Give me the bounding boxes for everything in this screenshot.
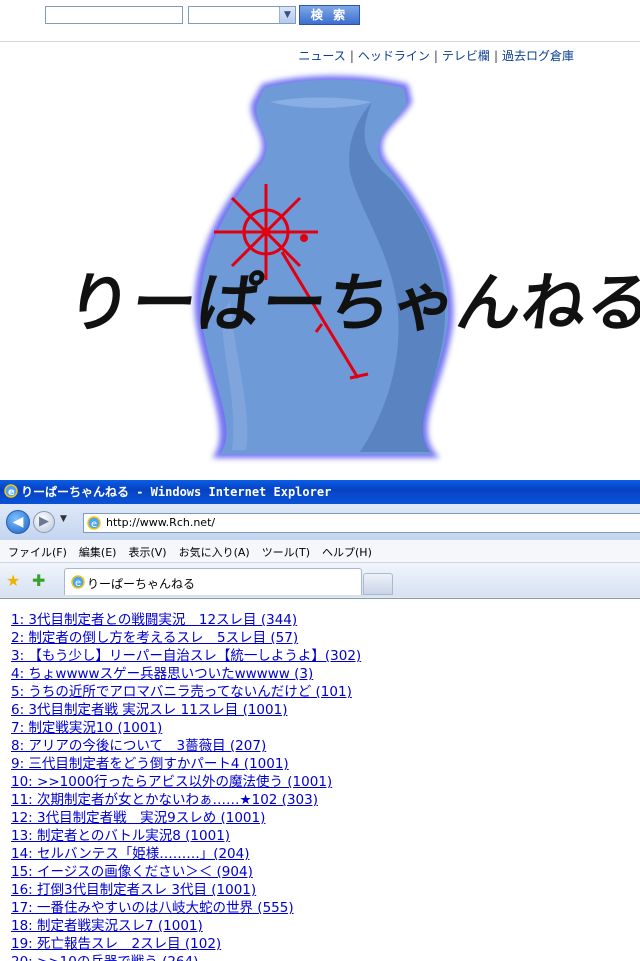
menu-tools[interactable]: ツール(T) (254, 540, 314, 560)
navigation-bar: ◀ ▶ ▼ e http://www.Rch.net/ (0, 504, 640, 540)
svg-text:e: e (91, 519, 97, 530)
thread-link[interactable]: 12: 3代目制定者戦 実況9スレめ (1001) (11, 809, 361, 827)
chevron-down-icon[interactable]: ▼ (279, 7, 295, 23)
nav-link-tv[interactable]: テレビ欄 (442, 49, 490, 63)
favorites-star-icon[interactable]: ★ (6, 571, 20, 590)
nav-link-headline[interactable]: ヘッドライン (358, 49, 430, 63)
svg-text:e: e (75, 578, 81, 589)
thread-link[interactable]: 18: 制定者戦実況スレ7 (1001) (11, 917, 361, 935)
site-title: りーぱーちゃんねる (61, 266, 640, 341)
site-logo: りーぱーちゃんねる (0, 62, 640, 480)
window-titlebar: e りーぱーちゃんねる - Windows Internet Explorer (0, 480, 640, 504)
menu-bar: ファイル(F) 編集(E) 表示(V) お気に入り(A) ツール(T) ヘルプ(H) (0, 540, 640, 563)
thread-link[interactable]: 7: 制定戦実況10 (1001) (11, 719, 361, 737)
address-url[interactable]: http://www.Rch.net/ (106, 516, 215, 529)
menu-edit[interactable]: 編集(E) (71, 540, 121, 560)
thread-link[interactable]: 10: >>1000行ったらアビス以外の魔法使う (1001) (11, 773, 361, 791)
address-bar[interactable]: e http://www.Rch.net/ (83, 513, 640, 533)
search-bar: ▼ 検 索 (0, 0, 640, 40)
menu-help[interactable]: ヘルプ(H) (314, 540, 376, 560)
thread-link[interactable]: 1: 3代目制定者との戦闘実況 12スレ目 (344) (11, 611, 361, 629)
nav-link-archive[interactable]: 過去ログ倉庫 (502, 49, 574, 63)
menu-favorites[interactable]: お気に入り(A) (171, 540, 254, 560)
thread-link[interactable]: 8: アリアの今後について 3薔薇目 (207) (11, 737, 361, 755)
thread-link[interactable]: 14: セルバンテス「姫様………」(204) (11, 845, 361, 863)
menu-file[interactable]: ファイル(F) (0, 540, 71, 560)
thread-link[interactable]: 17: 一番住みやすいのは八岐大蛇の世界 (555) (11, 899, 361, 917)
forward-button[interactable]: ▶ (33, 511, 55, 533)
browser-window: e りーぱーちゃんねる - Windows Internet Explorer ◀… (0, 480, 640, 961)
window-title: りーぱーちゃんねる - Windows Internet Explorer (21, 485, 332, 499)
add-favorite-icon[interactable]: ✚ (32, 571, 45, 590)
divider (0, 41, 640, 42)
thread-link[interactable]: 19: 死亡報告スレ 2スレ目 (102) (11, 935, 361, 953)
thread-link[interactable]: 6: 3代目制定者戦 実況スレ 11スレ目 (1001) (11, 701, 361, 719)
thread-link[interactable]: 5: うちの近所でアロマバニラ売ってないんだけど (101) (11, 683, 361, 701)
thread-link[interactable]: 4: ちょwwwwスゲー兵器思いついたwwwww (3) (11, 665, 361, 683)
page-content: 1: 3代目制定者との戦闘実況 12スレ目 (344) 2: 制定者の倒し方を考… (0, 598, 640, 961)
tab-title: りーぱーちゃんねる (87, 577, 196, 591)
thread-link[interactable]: 16: 打倒3代目制定者スレ 3代目 (1001) (11, 881, 361, 899)
thread-list: 1: 3代目制定者との戦闘実況 12スレ目 (344) 2: 制定者の倒し方を考… (11, 611, 361, 961)
thread-link[interactable]: 11: 次期制定者が女とかないわぁ……★102 (303) (11, 791, 361, 809)
search-category-select[interactable]: ▼ (188, 6, 296, 24)
ie-tab-icon: e (71, 575, 85, 589)
tab-bar: ★ ✚ e りーぱーちゃんねる (0, 563, 640, 597)
thread-link[interactable]: 2: 制定者の倒し方を考えるスレ 5スレ目 (57) (11, 629, 361, 647)
thread-link[interactable]: 3: 【もう少し】リーパー自治スレ【統一しようよ】(302) (11, 647, 361, 665)
thread-link[interactable]: 15: イージスの画像ください＞＜ (904) (11, 863, 361, 881)
thread-link[interactable]: 13: 制定者とのバトル実況8 (1001) (11, 827, 361, 845)
ie-page-icon: e (87, 516, 101, 530)
svg-text:e: e (8, 487, 15, 498)
nav-link-news[interactable]: ニュース (298, 49, 345, 63)
ie-logo-icon: e (4, 484, 18, 498)
thread-link[interactable]: 9: 三代目制定者をどう倒すかパート4 (1001) (11, 755, 361, 773)
back-button[interactable]: ◀ (6, 510, 30, 534)
separator: | (349, 49, 354, 63)
new-tab-button[interactable] (363, 573, 393, 595)
separator: | (493, 49, 498, 63)
tab-current[interactable]: e りーぱーちゃんねる (64, 568, 362, 595)
history-dropdown-icon[interactable]: ▼ (60, 514, 67, 524)
separator: | (433, 49, 438, 63)
search-button[interactable]: 検 索 (299, 5, 360, 25)
search-input[interactable] (45, 6, 183, 24)
menu-view[interactable]: 表示(V) (120, 540, 170, 560)
